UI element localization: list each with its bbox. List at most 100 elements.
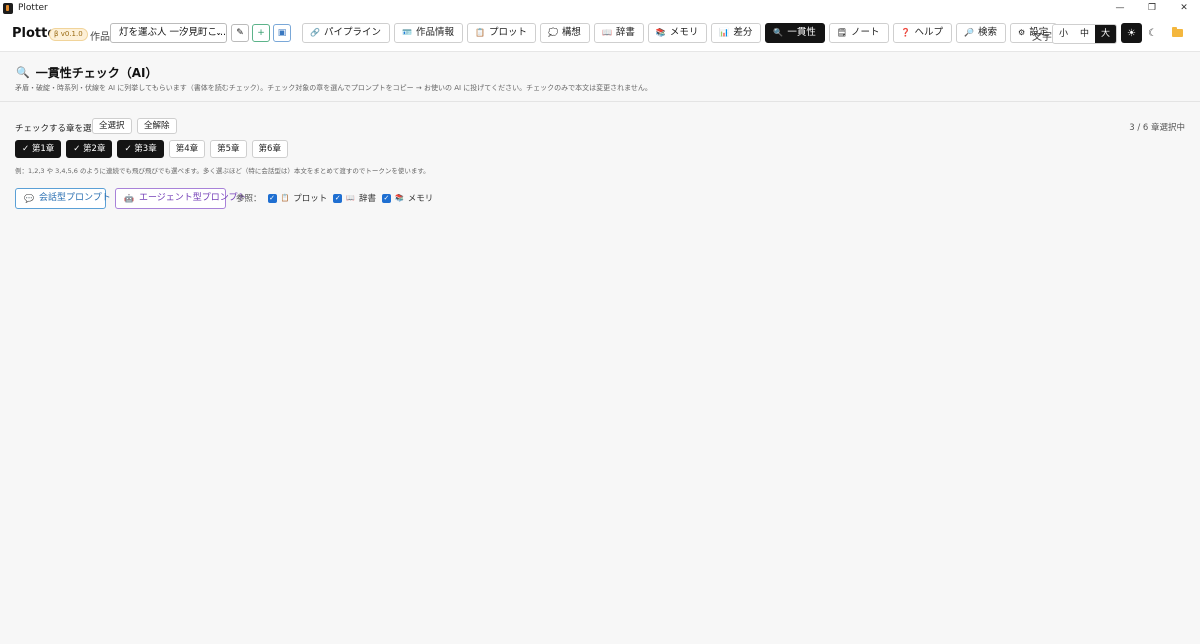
chapter-hint: 例：1,2,3 や 3,4,5,6 のように連続でも飛び飛びでも選べます。多く選… [15,167,430,175]
gear-icon: ⚙ [1018,28,1026,37]
nav-concept[interactable]: 💭 構想 [539,23,590,43]
speech-bubble-icon: 💬 [24,194,34,203]
book-icon: 📖 [601,28,612,37]
nav-diff[interactable]: 📊 差分 [711,23,762,43]
reference-options: 参照： ✓ 📋 プロット ✓ 📖 辞書 ✓ 📚 メモリ [236,192,439,204]
nav-memory[interactable]: 📚 メモリ [647,23,708,43]
light-theme-button[interactable]: ☀ [1121,23,1142,43]
window-titlebar: Plotter — ❐ ✕ [0,0,1200,16]
window-title: Plotter [18,3,48,13]
nav-label: ヘルプ [914,27,944,38]
magnifier-icon: 🔍 [773,28,784,37]
theme-toggle: ☀ ☾ [1121,23,1163,43]
folder-icon[interactable] [1172,27,1183,37]
agent-prompt-label: エージェント型プロンプト [138,193,247,203]
clear-all-button[interactable]: 全解除 [137,118,177,134]
nav-notes[interactable]: 🗒 ノート [828,23,889,43]
chapter-1-toggle[interactable]: ✓ 第1章 [15,140,62,158]
chapter-2-toggle[interactable]: ✓ 第2章 [66,140,113,158]
nav-dictionary[interactable]: 📖 辞書 [593,23,644,43]
search-icon: 🔎 [964,28,974,37]
maximize-button[interactable]: ❐ [1136,0,1168,16]
add-work-button[interactable]: + [252,24,270,42]
font-size-medium[interactable]: 中 [1074,25,1095,43]
reference-plot-label: プロット [293,194,328,204]
reference-memory-label: メモリ [407,194,434,204]
clipboard-icon: 📋 [280,194,290,202]
font-size-label: 文字 [1032,32,1052,43]
books-icon: 📚 [655,28,666,37]
page-title-text: 一貫性チェック（AI） [35,66,158,80]
moon-icon: ☾ [1148,27,1157,39]
edit-work-button[interactable]: ✎ [231,24,249,42]
agent-prompt-button[interactable]: 🤖 エージェント型プロンプト [115,188,247,209]
window-controls: — ❐ ✕ [1104,0,1200,16]
app-icon [3,2,13,14]
robot-icon: 🤖 [124,194,134,203]
plus-icon: + [257,28,265,38]
chapter-list: ✓ 第1章 ✓ 第2章 ✓ 第3章 第4章 第5章 第6章 [15,140,288,158]
checkbox[interactable]: ✓ [333,193,343,203]
work-select-value: 灯を運ぶ人 一汐見町こ... [119,27,227,38]
bar-chart-icon: 📊 [719,28,730,37]
question-icon: ❓ [900,28,911,37]
books-icon: 📚 [394,194,404,202]
clipboard-icon: 📋 [474,28,485,37]
chevron-down-icon: ⌄ [215,28,222,37]
nav-label: 辞書 [615,27,635,38]
chat-prompt-label: 会話型プロンプト [38,193,111,203]
checkbox[interactable]: ✓ [381,193,391,203]
notepad-icon: 🗒 [836,28,848,37]
close-button[interactable]: ✕ [1168,0,1200,16]
font-size-small[interactable]: 小 [1053,25,1074,43]
reference-dictionary[interactable]: ✓ 📖 辞書 [333,192,376,204]
nav-label: 作品情報 [415,27,454,38]
version-badge: β v0.1.0 [49,28,88,41]
app-header: Plotter β v0.1.0 作品 灯を運ぶ人 一汐見町こ... ⌄ ✎ +… [0,16,1200,52]
main-nav: 🔗 パイプライン 🪪 作品情報 📋 プロット 💭 構想 📖 辞書 📚 メモリ 📊 差分 🔍 一貫… [302,23,1058,43]
chapter-3-toggle[interactable]: ✓ 第3章 [117,140,164,158]
nav-pipeline[interactable]: 🔗 パイプライン [302,23,390,43]
chat-prompt-button[interactable]: 💬 会話型プロンプト [15,188,111,209]
magnifier-icon: 🔍 [16,66,30,79]
nav-label: プロット [488,27,527,38]
nav-label: メモリ [669,27,699,38]
reference-label: 参照： [236,194,262,204]
reference-memory[interactable]: ✓ 📚 メモリ [381,192,434,204]
nav-work-info[interactable]: 🪪 作品情報 [393,23,463,43]
select-all-button[interactable]: 全選択 [92,118,132,134]
nav-search[interactable]: 🔎 検索 [956,23,1007,43]
font-size-large[interactable]: 大 [1095,25,1116,43]
page-title: 🔍 一貫性チェック（AI） [16,64,157,81]
nav-label: 検索 [978,27,998,38]
page-description: 矛盾・破綻・時系列・伏線を AI に列挙してもらいます（書体を読むチェック）。チ… [15,84,652,92]
nav-label: ノート [851,27,880,38]
sun-icon: ☀ [1127,27,1136,39]
reference-plot[interactable]: ✓ 📋 プロット [267,192,328,204]
chapter-4-toggle[interactable]: 第4章 [168,140,206,158]
chapter-6-toggle[interactable]: 第6章 [251,140,288,158]
work-select[interactable]: 灯を運ぶ人 一汐見町こ... ⌄ [110,23,227,43]
nav-label: 構想 [561,27,581,38]
chapter-5-toggle[interactable]: 第5章 [210,140,247,158]
page-header: 🔍 一貫性チェック（AI） 矛盾・破綻・時系列・伏線を AI に列挙してもらいま… [0,53,1200,102]
reference-dictionary-label: 辞書 [358,194,376,204]
nav-label: パイプライン [323,27,381,38]
work-label: 作品 [90,32,110,43]
font-size-group: 小 中 大 [1052,24,1117,44]
nav-label: 一貫性 [787,27,816,38]
minimize-button[interactable]: — [1104,0,1136,16]
nav-consistency[interactable]: 🔍 一貫性 [765,23,825,43]
nav-plot[interactable]: 📋 プロット [466,23,536,43]
nav-label: 差分 [733,27,753,38]
checkbox[interactable]: ✓ [267,193,277,203]
dark-theme-button[interactable]: ☾ [1142,23,1163,43]
chapter-choose-label: チェックする章を選ぶ [15,124,101,134]
book-icon: 📖 [346,194,355,202]
selection-count: 3 / 6 章選択中 [1129,123,1185,133]
pen-icon: ✎ [236,28,244,38]
save-work-button[interactable]: ▣ [273,24,291,42]
nav-help[interactable]: ❓ ヘルプ [892,23,953,43]
link-icon: 🔗 [310,28,320,37]
id-card-icon: 🪪 [401,28,412,37]
